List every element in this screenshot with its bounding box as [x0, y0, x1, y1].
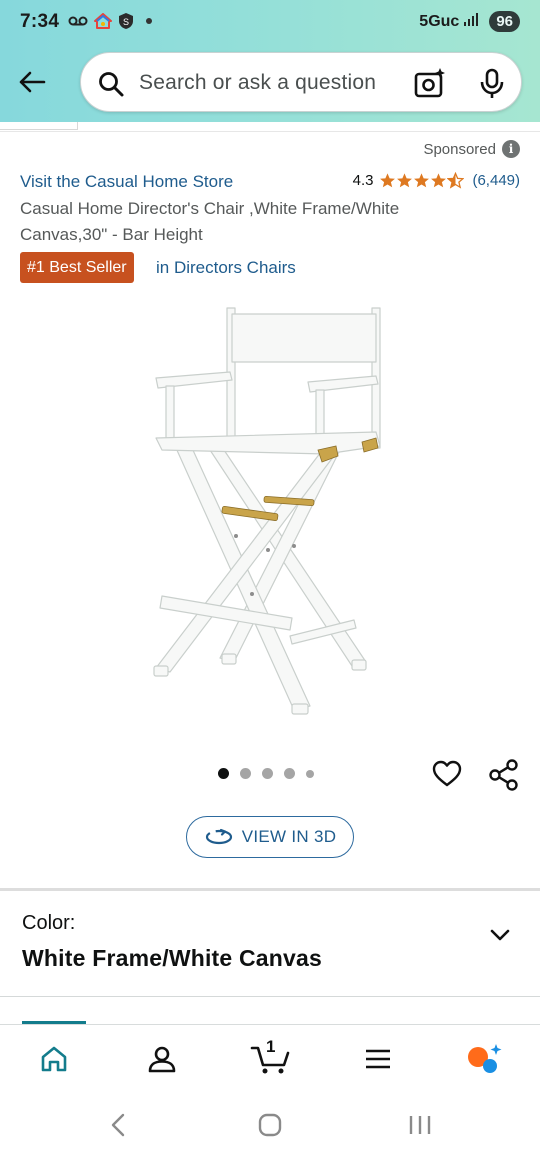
carousel-indicator[interactable] — [218, 768, 314, 779]
network-type: 5Guc — [419, 12, 460, 30]
microphone-icon[interactable] — [479, 68, 505, 100]
carousel-dot[interactable] — [240, 768, 251, 779]
star-icon — [380, 173, 396, 188]
color-label: Color: — [22, 912, 76, 934]
rating-value: 4.3 — [352, 172, 374, 189]
svg-text:S: S — [123, 17, 129, 27]
chevron-down-icon — [490, 929, 510, 941]
carousel-dot[interactable] — [262, 768, 273, 779]
back-button[interactable] — [14, 64, 50, 100]
color-selector[interactable]: Color: White Frame/White Canvas — [0, 891, 540, 997]
status-bar: 7:34 S 5Guc 96 — [0, 0, 540, 46]
hamburger-menu-icon — [366, 1049, 390, 1069]
carousel-dot[interactable] — [306, 769, 314, 778]
system-back-button[interactable] — [98, 1110, 138, 1140]
person-icon — [148, 1046, 176, 1073]
color-value: White Frame/White Canvas — [22, 945, 323, 971]
previous-content-strip — [0, 122, 540, 132]
add-to-list-button[interactable] — [431, 758, 463, 790]
rating-summary[interactable]: 4.3 (6,449) — [353, 172, 520, 189]
bottom-navigation: 1 — [0, 1024, 540, 1092]
info-icon[interactable]: i — [502, 140, 520, 158]
search-icon — [99, 72, 124, 97]
half-star-icon — [447, 172, 465, 189]
notification-dot — [146, 18, 152, 24]
best-seller-badge[interactable]: #1 Best Seller — [20, 252, 134, 283]
app-header: 7:34 S 5Guc 96 Search or ask a question — [0, 0, 540, 122]
smart-home-icon — [94, 13, 112, 29]
search-bar[interactable]: Search or ask a question — [80, 52, 522, 112]
signal-icon — [463, 12, 481, 31]
chevron-left-icon — [111, 1113, 125, 1137]
product-title: Casual Home Director's Chair ,White Fram… — [20, 199, 400, 244]
store-link[interactable]: Visit the Casual Home Store — [20, 172, 233, 192]
sponsored-label[interactable]: Sponsored i — [423, 140, 520, 158]
heart-icon — [432, 760, 462, 787]
home-icon — [41, 1046, 67, 1072]
best-seller-category-link[interactable]: in Directors Chairs — [156, 258, 296, 278]
star-rating — [379, 172, 465, 189]
star-icon — [397, 173, 413, 188]
battery-indicator: 96 — [489, 11, 520, 32]
sponsored-text: Sponsored — [423, 140, 496, 158]
nav-cart[interactable]: 1 — [248, 1037, 292, 1079]
cart-count: 1 — [266, 1037, 276, 1056]
share-button[interactable] — [487, 758, 521, 792]
system-home-button[interactable] — [250, 1110, 290, 1140]
home-circle-icon — [258, 1113, 282, 1137]
nav-rufus-assistant[interactable] — [464, 1039, 504, 1079]
product-image[interactable] — [140, 300, 400, 720]
system-recents-button[interactable] — [400, 1110, 440, 1140]
status-notification-icons: S — [68, 12, 152, 30]
share-icon — [489, 759, 518, 791]
recents-icon — [409, 1116, 431, 1134]
camera-lens-icon[interactable] — [413, 67, 447, 99]
carousel-dot[interactable] — [284, 768, 295, 779]
arrow-left-icon — [19, 71, 46, 93]
carousel-dot[interactable] — [218, 768, 229, 779]
status-right: 5Guc 96 — [419, 11, 520, 32]
nav-home[interactable] — [34, 1039, 74, 1079]
system-navigation-bar — [0, 1092, 540, 1158]
star-icon — [414, 173, 430, 188]
status-time: 7:34 — [20, 11, 60, 32]
voicemail-icon — [68, 15, 88, 27]
previous-thumbnail — [0, 122, 78, 130]
search-input[interactable]: Search or ask a question — [139, 53, 376, 113]
view-in-3d-button[interactable]: VIEW IN 3D — [186, 816, 354, 858]
rotate-3d-icon — [205, 828, 232, 845]
ai-assistant-icon — [468, 1044, 502, 1073]
star-icon — [431, 173, 447, 188]
rating-count[interactable]: (6,449) — [472, 172, 520, 189]
nav-account[interactable] — [142, 1039, 182, 1079]
view-in-3d-label: VIEW IN 3D — [241, 827, 337, 846]
shield-icon: S — [118, 12, 134, 30]
nav-menu[interactable] — [358, 1039, 398, 1079]
